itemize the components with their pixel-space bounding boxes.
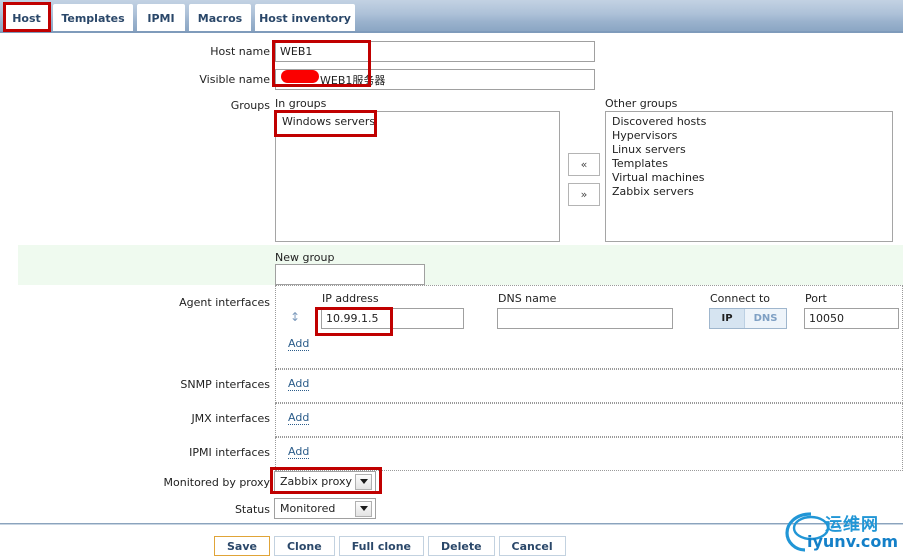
- groups-label: Groups: [230, 99, 270, 112]
- jmx-interfaces-block: Add: [275, 403, 903, 437]
- tab-templates-label: Templates: [61, 11, 125, 25]
- snmp-interface-add-link[interactable]: Add: [288, 378, 310, 391]
- host-configuration-form: Host name Visible name Groups In groups …: [0, 33, 903, 556]
- monitored-by-proxy-value: Zabbix proxy: [280, 475, 352, 488]
- other-group-option[interactable]: Linux servers: [610, 143, 892, 157]
- form-button-row: Save Clone Full clone Delete Cancel: [214, 536, 566, 556]
- host-name-label: Host name: [210, 45, 270, 58]
- dns-name-header: DNS name: [498, 292, 557, 305]
- tab-host-inventory-label: Host inventory: [259, 11, 351, 25]
- full-clone-button[interactable]: Full clone: [338, 536, 424, 556]
- tab-bar: Host Templates IPMI Macros Host inventor…: [0, 0, 903, 33]
- new-group-input[interactable]: [275, 264, 425, 285]
- ip-address-input[interactable]: [321, 308, 464, 329]
- delete-button[interactable]: Delete: [428, 536, 495, 556]
- dns-name-input[interactable]: [497, 308, 673, 329]
- ipmi-interface-add-link[interactable]: Add: [288, 446, 310, 459]
- connect-to-ip-button[interactable]: IP: [710, 309, 744, 328]
- connect-to-dns-button[interactable]: DNS: [744, 309, 786, 328]
- other-group-option[interactable]: Discovered hosts: [610, 115, 892, 129]
- status-select[interactable]: Monitored: [274, 498, 376, 519]
- drag-handle-icon[interactable]: ↕: [290, 310, 300, 324]
- ipmi-interfaces-label: IPMI interfaces: [189, 446, 270, 459]
- other-groups-listbox[interactable]: Discovered hosts Hypervisors Linux servers…: [605, 111, 893, 242]
- other-group-option[interactable]: Zabbix servers: [610, 185, 892, 199]
- in-groups-caption: In groups: [275, 97, 327, 110]
- ip-address-header: IP address: [322, 292, 379, 305]
- snmp-interfaces-label: SNMP interfaces: [180, 378, 270, 391]
- clone-button[interactable]: Clone: [273, 536, 335, 556]
- connect-to-header: Connect to: [710, 292, 771, 305]
- status-value: Monitored: [280, 502, 336, 515]
- in-group-option[interactable]: Windows servers: [280, 115, 559, 129]
- other-group-option[interactable]: Hypervisors: [610, 129, 892, 143]
- connect-to-toggle[interactable]: IP DNS: [709, 308, 787, 329]
- tab-host[interactable]: Host: [4, 4, 49, 31]
- tab-host-label: Host: [12, 11, 41, 25]
- redaction-mark: [281, 70, 319, 83]
- in-groups-listbox[interactable]: Windows servers: [275, 111, 560, 242]
- chevron-down-icon: [355, 473, 372, 490]
- tab-macros-label: Macros: [197, 11, 243, 25]
- other-group-option[interactable]: Templates: [610, 157, 892, 171]
- new-group-caption: New group: [275, 251, 335, 264]
- tab-host-inventory[interactable]: Host inventory: [255, 4, 355, 31]
- visible-name-input[interactable]: [275, 69, 595, 90]
- move-left-label: «: [580, 158, 588, 171]
- cancel-button[interactable]: Cancel: [498, 536, 566, 556]
- move-right-button[interactable]: »: [568, 183, 600, 206]
- new-group-highlight-band: [18, 245, 903, 285]
- tab-ipmi-label: IPMI: [147, 11, 175, 25]
- tab-ipmi[interactable]: IPMI: [137, 4, 185, 31]
- tab-templates[interactable]: Templates: [53, 4, 133, 31]
- jmx-interfaces-label: JMX interfaces: [191, 412, 270, 425]
- chevron-down-icon: [355, 500, 372, 517]
- ipmi-interfaces-block: Add: [275, 437, 903, 471]
- tab-macros[interactable]: Macros: [189, 4, 251, 31]
- host-name-input[interactable]: [275, 41, 595, 62]
- other-groups-caption: Other groups: [605, 97, 678, 110]
- agent-interfaces-label: Agent interfaces: [179, 296, 270, 309]
- other-group-option[interactable]: Virtual machines: [610, 171, 892, 185]
- footer-divider: [0, 523, 903, 525]
- monitored-by-proxy-select[interactable]: Zabbix proxy: [274, 471, 376, 492]
- move-right-label: »: [580, 188, 588, 201]
- port-input[interactable]: [804, 308, 899, 329]
- status-label: Status: [234, 503, 270, 516]
- agent-interfaces-block: IP address DNS name Connect to Port ↕ IP…: [275, 285, 903, 369]
- monitored-by-proxy-label: Monitored by proxy: [163, 476, 270, 489]
- port-header: Port: [805, 292, 827, 305]
- snmp-interfaces-block: Add: [275, 369, 903, 403]
- save-button[interactable]: Save: [214, 536, 270, 556]
- agent-interface-add-link[interactable]: Add: [288, 338, 310, 351]
- visible-name-label: Visible name: [199, 73, 270, 86]
- move-left-button[interactable]: «: [568, 153, 600, 176]
- jmx-interface-add-link[interactable]: Add: [288, 412, 310, 425]
